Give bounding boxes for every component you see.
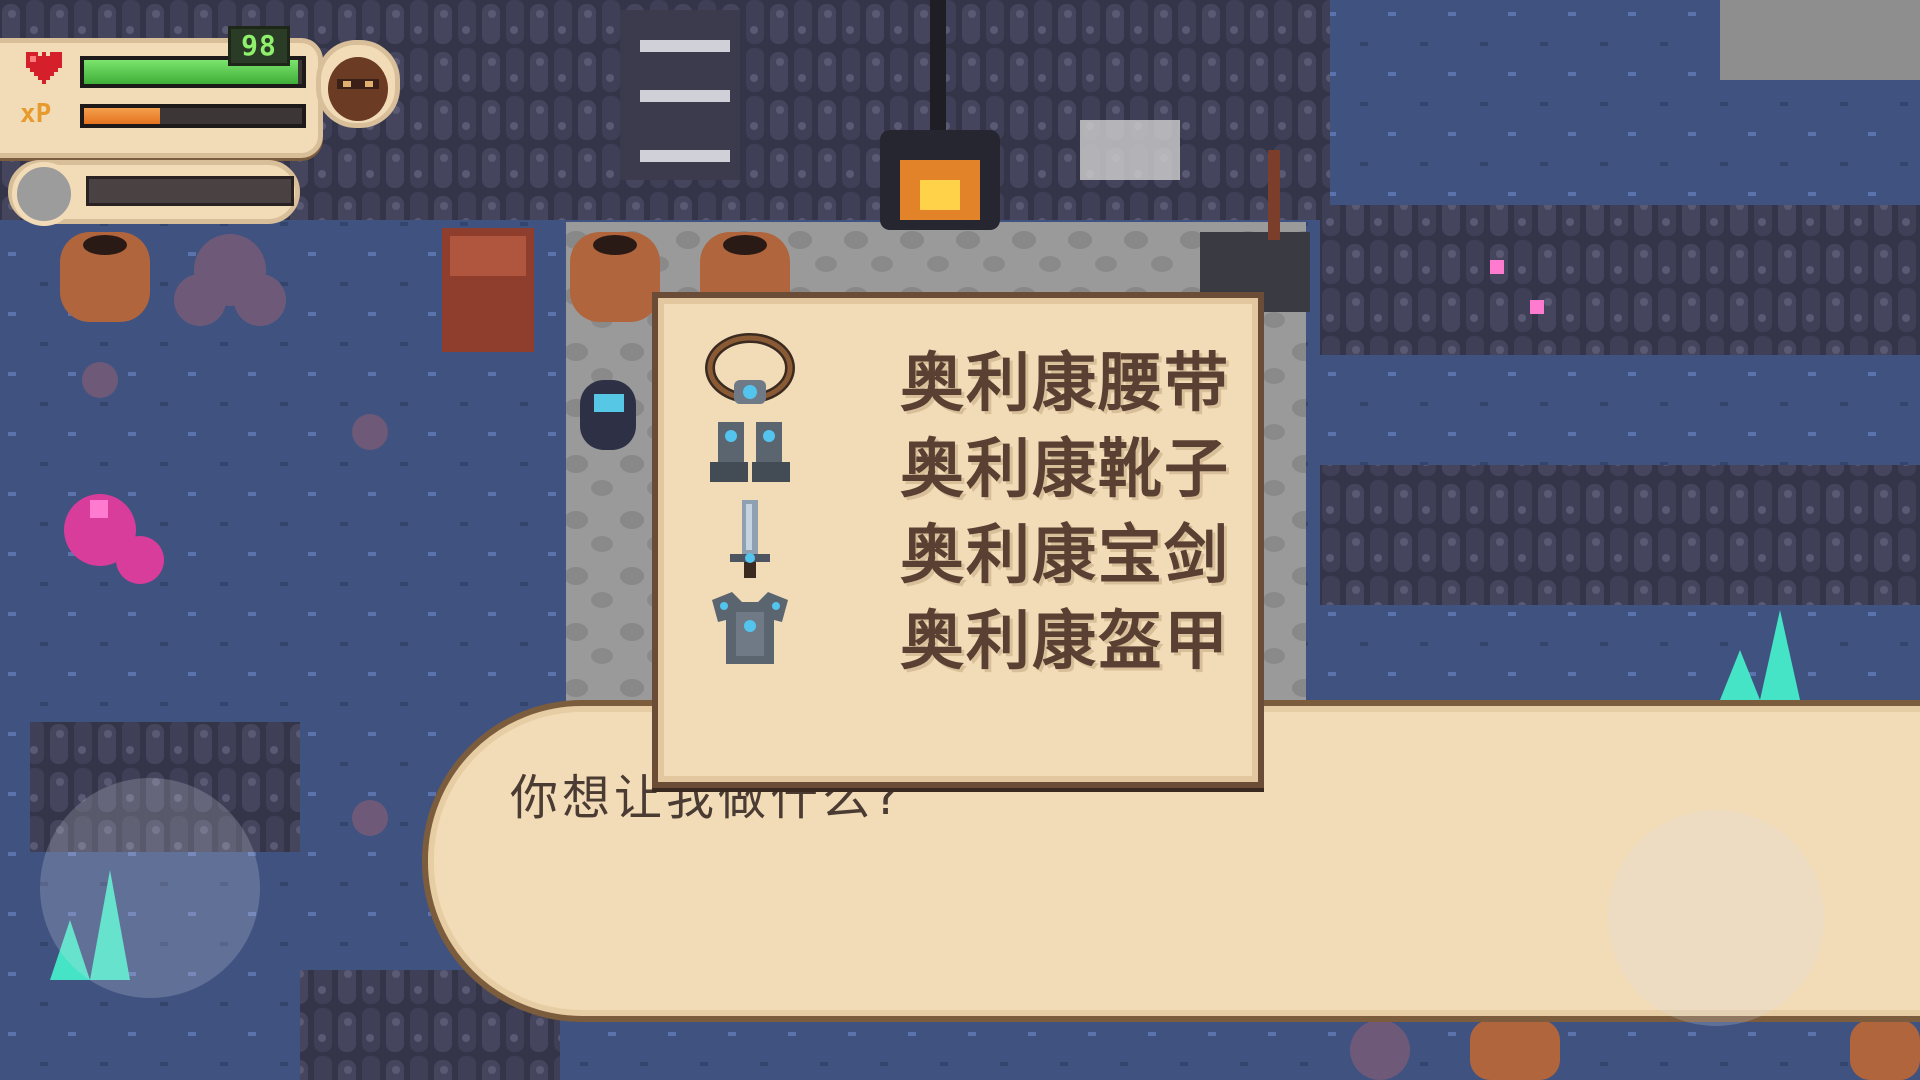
xp-bar-fill [84,108,161,124]
xp-icon: xP [20,99,52,129]
companion-bar [86,176,294,206]
companion-icon[interactable] [12,162,76,226]
character-portrait[interactable] [316,40,400,128]
heart-icon [26,52,62,84]
menu-item-armor[interactable]: 奥利康盔甲 [702,586,1228,679]
boots-icon [710,422,790,482]
menu-item-belt[interactable]: 奥利康腰带 [702,328,1228,421]
menu-item-label: 奥利康靴子 [900,433,1230,507]
action-joystick[interactable] [1608,810,1824,1026]
movement-joystick[interactable] [40,778,260,998]
menu-item-sword[interactable]: 奥利康宝剑 [702,500,1228,593]
menu-item-label: 奥利康盔甲 [900,605,1230,679]
health-value: 98 [228,26,290,66]
armor-icon [712,592,788,664]
xp-bar [80,104,306,128]
belt-icon [705,333,795,404]
character-face-icon [328,57,388,121]
crafting-menu: 奥利康腰带 奥利康靴子 奥利康宝剑 奥利康盔甲 [652,292,1264,788]
sword-icon [730,500,770,578]
menu-item-label: 奥利康腰带 [900,347,1230,421]
menu-item-label: 奥利康宝剑 [900,519,1230,593]
menu-item-boots[interactable]: 奥利康靴子 [702,414,1228,507]
